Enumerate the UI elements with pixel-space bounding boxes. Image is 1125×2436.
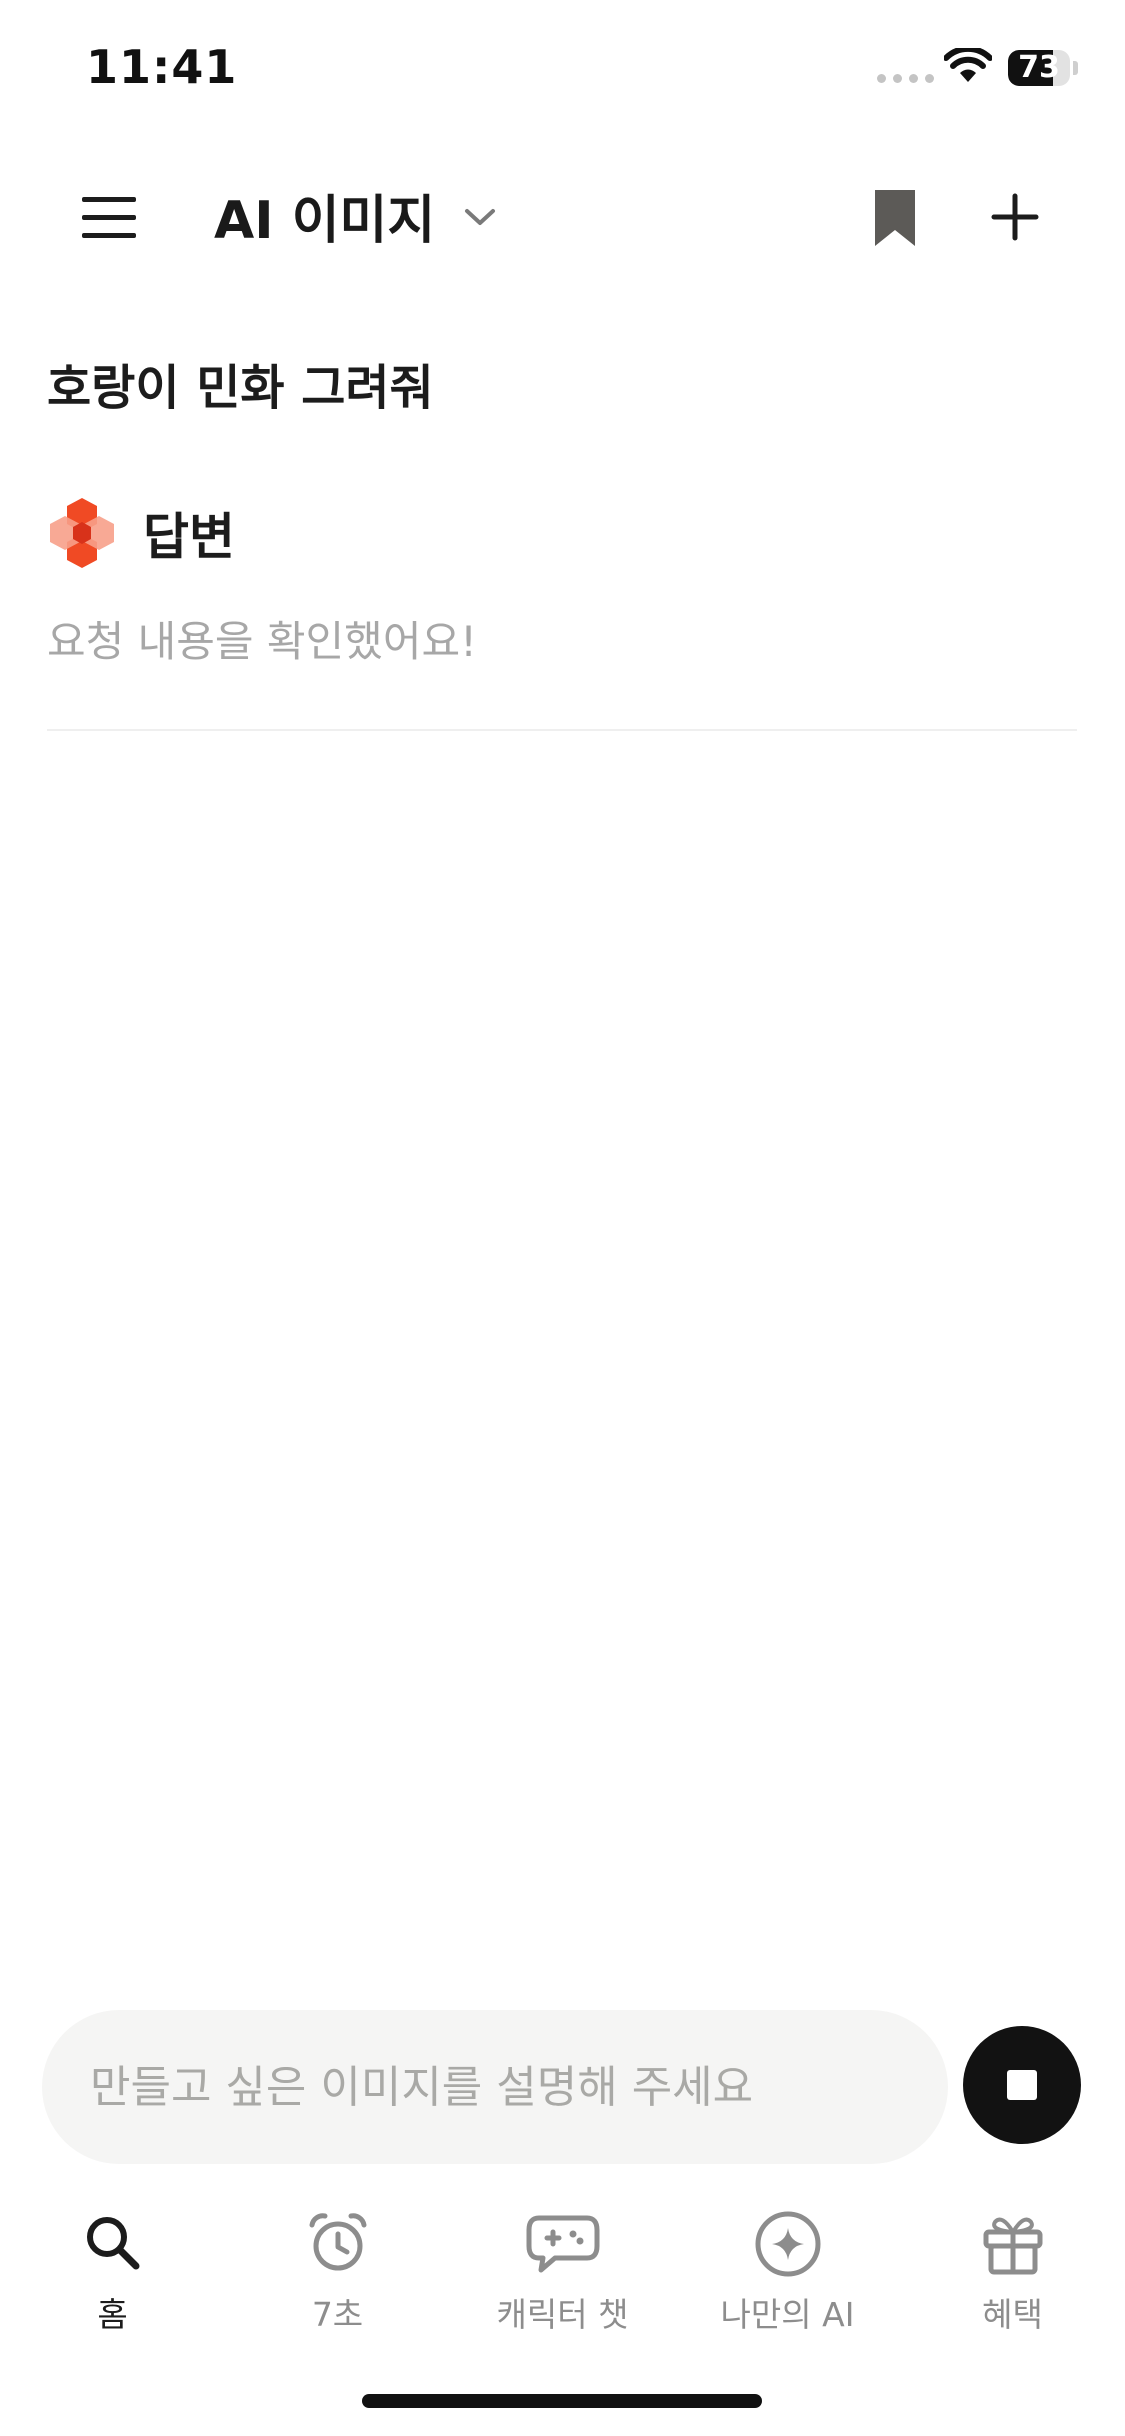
tab-label: 7초 — [311, 2295, 364, 2334]
new-chat-button[interactable] — [982, 184, 1048, 250]
battery-indicator: 73 — [1008, 50, 1070, 86]
tab-benefits[interactable]: 혜택 — [900, 2196, 1125, 2356]
wifi-icon — [944, 48, 992, 82]
tab-home[interactable]: 홈 — [0, 2196, 225, 2356]
stop-generation-button[interactable] — [963, 2026, 1081, 2144]
user-prompt: 호랑이 민화 그려줘 — [47, 360, 434, 416]
tab-label: 홈 — [97, 2295, 128, 2334]
bottom-tab-bar: 홈 7초 캐릭터 챗 나만의 AI 혜택 — [0, 2196, 1125, 2356]
bookmark-button[interactable] — [864, 184, 926, 250]
prompt-input[interactable] — [42, 2010, 948, 2164]
assistant-logo-icon — [50, 498, 114, 568]
sparkle-circle-icon — [755, 2211, 820, 2277]
tab-7sec[interactable]: 7초 — [225, 2196, 450, 2356]
bookmark-icon — [875, 190, 915, 246]
chevron-down-icon — [465, 209, 496, 225]
page-title: AI 이미지 — [214, 190, 436, 251]
model-selector-dropdown[interactable]: AI 이미지 — [214, 184, 497, 251]
app-header: AI 이미지 — [0, 160, 1125, 270]
gamepad-chat-icon — [526, 2215, 599, 2273]
home-indicator[interactable] — [362, 2394, 762, 2408]
answer-header: 답변 — [47, 494, 235, 572]
tab-character-chat[interactable]: 캐릭터 챗 — [450, 2196, 675, 2356]
answer-status-text: 요청 내용을 확인했어요! — [47, 617, 477, 666]
gift-icon — [983, 2217, 1042, 2275]
cellular-signal-icon — [877, 74, 934, 83]
stop-icon — [1007, 2070, 1037, 2100]
status-bar: 11:41 73 — [0, 0, 1125, 130]
battery-cap — [1073, 61, 1078, 75]
status-time: 11:41 — [86, 40, 238, 94]
divider — [47, 729, 1077, 731]
answer-label: 답변 — [143, 508, 235, 566]
search-icon — [86, 2217, 139, 2270]
battery-percent: 73 — [1018, 50, 1060, 85]
alarm-clock-icon — [309, 2213, 366, 2271]
tab-label: 혜택 — [982, 2295, 1043, 2334]
tab-label: 캐릭터 챗 — [496, 2295, 629, 2334]
tab-my-ai[interactable]: 나만의 AI — [675, 2196, 900, 2356]
plus-icon — [991, 193, 1039, 241]
tab-label: 나만의 AI — [720, 2295, 855, 2334]
menu-button[interactable] — [74, 190, 140, 246]
